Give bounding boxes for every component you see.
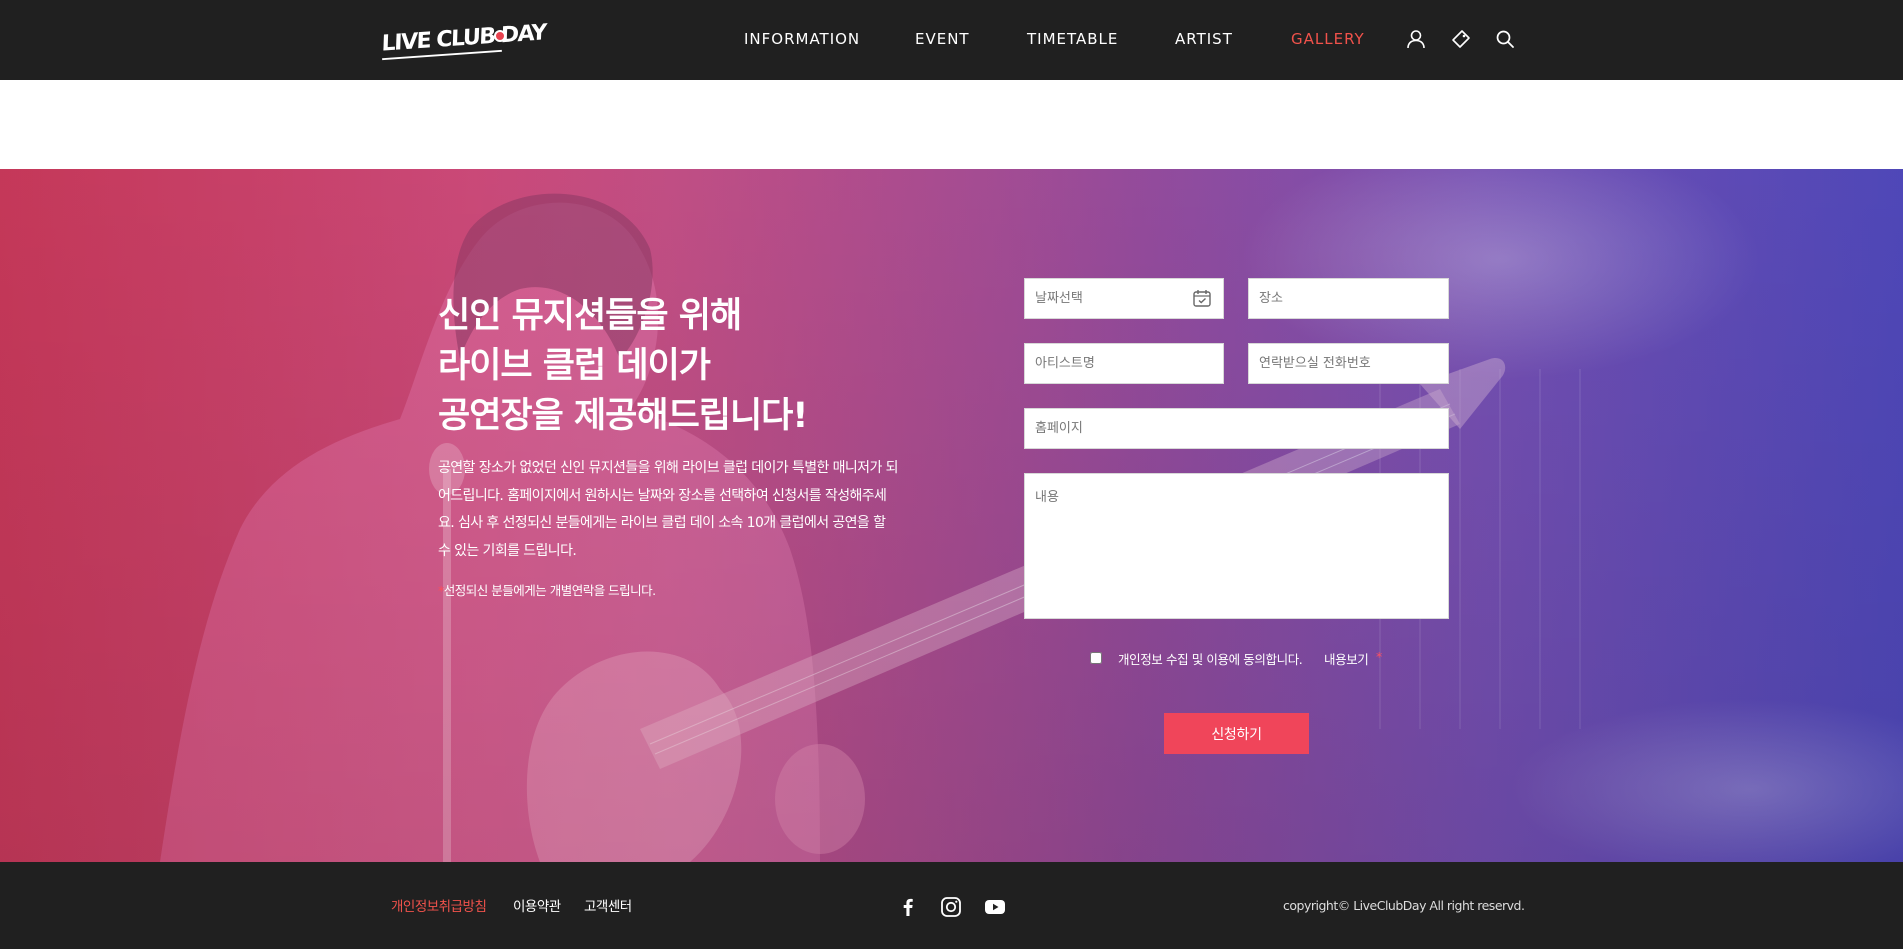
copyright-text: copyright© LiveClubDay All right reservd… [1283, 898, 1525, 913]
note-text: 선정되신 분들에게는 개별연락을 드립니다. [443, 583, 656, 598]
hero-description: 공연할 장소가 없었던 신인 뮤지션들을 위해 라이브 클럽 데이가 특별한 매… [438, 460, 898, 559]
user-icon[interactable] [1405, 28, 1427, 50]
headline-line-2: 라이브 클럽 데이가 [438, 346, 711, 386]
content-textarea[interactable] [1024, 473, 1449, 619]
phone-input[interactable] [1248, 343, 1449, 384]
logo-text: LIVE CLUB DAY [381, 20, 547, 57]
homepage-input[interactable] [1024, 408, 1449, 449]
site-footer: 개인정보취급방침 이용약관 고객센터 copyright© LiveClubDa… [0, 862, 1903, 949]
nav-gallery[interactable]: GALLERY [1291, 30, 1365, 48]
search-icon[interactable] [1494, 28, 1516, 50]
footer-support-link[interactable]: 고객센터 [584, 895, 632, 915]
required-asterisk: * [1376, 649, 1383, 664]
footer-terms-link[interactable]: 이용약관 [513, 895, 561, 915]
headline-line-3: 공연장을 제공해드립니다! [438, 396, 808, 436]
privacy-agree-label: 개인정보 수집 및 이용에 동의합니다. [1118, 652, 1303, 667]
artist-name-input[interactable] [1024, 343, 1224, 384]
place-input[interactable] [1248, 278, 1449, 319]
instagram-icon[interactable] [939, 895, 963, 919]
footer-privacy-policy-link[interactable]: 개인정보취급방침 [391, 895, 487, 915]
site-header: LIVE CLUB DAY INFORMATION EVENT TIMETABL… [0, 0, 1903, 80]
facebook-icon[interactable] [896, 895, 920, 919]
nav-event[interactable]: EVENT [915, 30, 970, 48]
spacer-band [0, 80, 1903, 169]
privacy-view-link[interactable]: 내용보기 [1324, 649, 1369, 668]
headline-line-1: 신인 뮤지션들을 위해 [438, 296, 742, 336]
hero-gradient-overlay [0, 169, 1903, 862]
youtube-icon[interactable] [983, 895, 1007, 919]
logo[interactable]: LIVE CLUB DAY [381, 20, 546, 62]
ticket-icon[interactable] [1450, 28, 1472, 50]
submit-button[interactable]: 신청하기 [1164, 713, 1309, 754]
nav-timetable[interactable]: TIMETABLE [1027, 30, 1118, 48]
nav-information[interactable]: INFORMATION [744, 30, 860, 48]
hero-headline: 신인 뮤지션들을 위해 라이브 클럽 데이가 공연장을 제공해드립니다! [438, 291, 918, 441]
nav-artist[interactable]: ARTIST [1175, 30, 1233, 48]
privacy-agree-checkbox[interactable] [1090, 652, 1102, 664]
date-select-input[interactable] [1024, 278, 1224, 319]
logo-badge-icon [494, 30, 506, 42]
hero-note: *선정되신 분들에게는 개별연락을 드립니다. [438, 580, 656, 599]
hero-section: 신인 뮤지션들을 위해 라이브 클럽 데이가 공연장을 제공해드립니다! 공연할… [0, 169, 1903, 862]
